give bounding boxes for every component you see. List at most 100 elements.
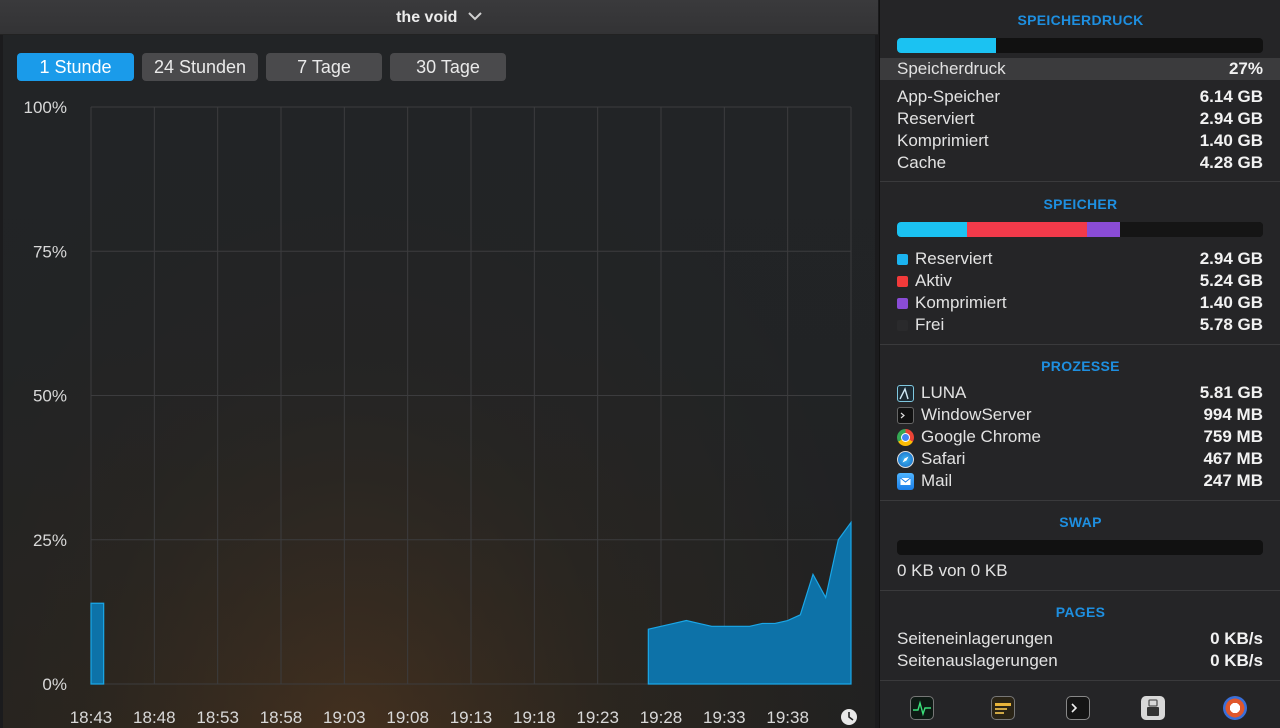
legend-swatch [897,275,908,287]
tab-30-tage[interactable]: 30 Tage [390,53,506,81]
system-info-icon[interactable] [1141,696,1165,720]
process-row[interactable]: Mail 247 MB [897,470,1263,492]
legend-swatch [897,253,908,265]
section-title: PAGES [1055,604,1106,620]
list-item: Cache 4.28 GB [897,152,1263,174]
divider [880,181,1280,182]
title-bar: the void [0,0,878,35]
memory-pressure-section: SPEICHERDRUCK [880,12,1280,28]
row-label: Reserviert [915,249,993,268]
list-item: Aktiv 5.24 GB [897,270,1263,292]
memory-pressure-fill [897,38,996,53]
row-value: 2.94 GB [1199,249,1263,268]
row-value: 5.81 GB [1199,383,1263,402]
row-label: Frei [915,315,945,334]
tab-24-stunden[interactable]: 24 Stunden [142,53,258,81]
row-label: Seitenauslagerungen [897,651,1058,670]
row-value: 247 MB [1203,471,1263,490]
x-tick-label: 18:58 [260,708,303,727]
list-item: Seiteneinlagerungen 0 KB/s [897,628,1263,650]
mail-icon [897,472,914,490]
divider [880,500,1280,501]
section-title: SWAP [1059,514,1102,530]
y-tick-label: 50% [33,387,67,406]
x-tick-label: 18:53 [196,708,239,727]
memory-section: SPEICHER [880,196,1280,212]
process-row[interactable]: LUNA 5.81 GB [897,382,1263,404]
row-value: 4.28 GB [1199,153,1263,172]
row-value: 1.40 GB [1199,131,1263,150]
row-value: 27% [1228,59,1263,78]
x-tick-label: 19:18 [513,708,556,727]
process-row[interactable]: Safari 467 MB [897,448,1263,470]
row-label: Komprimiert [897,131,989,150]
memory-pressure-bar [897,38,1263,53]
row-value: 994 MB [1203,405,1263,424]
window-title: the void [396,9,458,26]
process-row[interactable]: WindowServer 994 MB [897,404,1263,426]
row-value: 467 MB [1203,449,1263,468]
row-value: 5.24 GB [1199,271,1263,290]
luna-app-icon [897,384,914,402]
row-value: 2.94 GB [1199,109,1263,128]
chrome-icon [897,428,914,446]
section-title: PROZESSE [1041,358,1120,374]
row-label: Aktiv [915,271,952,290]
processes-section: PROZESSE [880,358,1280,374]
swap-row: 0 KB von 0 KB [897,560,1263,582]
swap-bar [897,540,1263,555]
x-tick-label: 19:13 [450,708,493,727]
divider [880,590,1280,591]
x-tick-label: 19:28 [640,708,683,727]
row-label: Mail [921,471,953,490]
safari-icon [897,450,914,468]
terminal-icon [897,406,914,424]
clock-icon [841,709,857,725]
tab-7-tage[interactable]: 7 Tage [266,53,382,81]
row-label: LUNA [921,383,967,402]
list-item: Frei 5.78 GB [897,314,1263,336]
row-label: Seiteneinlagerungen [897,629,1053,648]
row-value: 0 KB/s [1210,651,1263,670]
x-tick-label: 19:23 [576,708,619,727]
x-tick-label: 19:33 [703,708,746,727]
terminal-icon[interactable] [1066,696,1090,720]
list-item: App-Speicher 6.14 GB [897,86,1263,108]
section-title: SPEICHERDRUCK [1017,12,1144,28]
memory-sidebar: SPEICHERDRUCK Speicherdruck 27% App-Spei… [879,0,1280,728]
window-title-menu[interactable]: the void [0,8,878,27]
chevron-down-icon [468,8,482,26]
x-tick-label: 18:48 [133,708,176,727]
list-item: Seitenauslagerungen 0 KB/s [897,650,1263,672]
row-value: 1.40 GB [1199,293,1263,312]
divider [880,344,1280,345]
memory-usage-bar [897,222,1263,237]
tab-1-stunde[interactable]: 1 Stunde [17,53,134,81]
memory-bar-segment [1087,222,1121,237]
swap-section: SWAP [880,514,1280,530]
row-value: 759 MB [1203,427,1263,446]
disk-utility-icon[interactable] [1223,696,1247,720]
row-value: 0 KB/s [1210,629,1263,648]
x-tick-label: 19:38 [766,708,809,727]
console-icon[interactable] [991,696,1015,720]
row-label: WindowServer [921,405,1032,424]
row-value: 5.78 GB [1199,315,1263,334]
memory-area-series [90,602,105,685]
pages-section: PAGES [880,604,1280,620]
x-tick-label: 18:43 [70,708,113,727]
y-tick-label: 0% [42,675,67,694]
memory-bar-segment [897,222,967,237]
row-label: Cache [897,153,947,172]
legend-swatch [897,319,908,331]
memory-area-series [647,520,852,685]
process-row[interactable]: Google Chrome 759 MB [897,426,1263,448]
activity-monitor-icon[interactable] [910,696,934,720]
row-label: Komprimiert [915,293,1007,312]
list-item: Reserviert 2.94 GB [897,248,1263,270]
section-title: SPEICHER [1043,196,1118,212]
y-tick-label: 100% [24,98,67,117]
y-tick-label: 75% [33,242,67,261]
memory-bar-segment [1120,222,1263,237]
row-label: App-Speicher [897,87,1001,106]
